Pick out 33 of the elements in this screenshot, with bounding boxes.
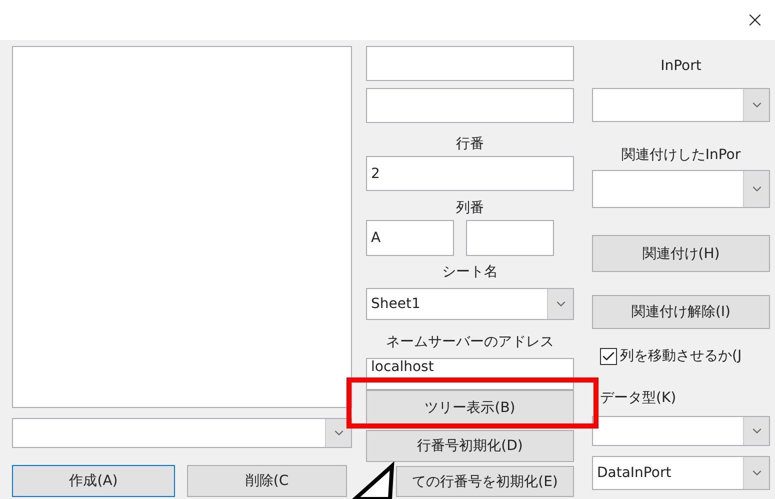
field-label: データ型(K)	[599, 389, 676, 408]
field-value: localhost	[371, 359, 434, 375]
combo-box[interactable]: Sheet1	[366, 288, 574, 320]
text-field[interactable]	[466, 220, 554, 256]
field-label: 関連付けしたInPor	[621, 146, 741, 165]
field-label: InPort	[660, 57, 702, 76]
combo-value: Sheet1	[371, 296, 420, 312]
combo-box[interactable]	[12, 418, 352, 448]
checkbox-label: 列を移動させるか(J	[620, 347, 742, 365]
action-button[interactable]: 行番号初期化(D)	[366, 430, 574, 462]
text-field[interactable]	[366, 88, 574, 123]
combo-box[interactable]	[592, 416, 770, 446]
text-field[interactable]	[366, 46, 574, 81]
field-value: 2	[371, 166, 380, 182]
text-field[interactable]: A	[366, 220, 454, 256]
action-button[interactable]: 作成(A)	[12, 465, 175, 497]
combo-box[interactable]	[592, 170, 770, 208]
combo-value: DataInPort	[597, 465, 672, 481]
action-button[interactable]: ての行番号を初期化(E)	[396, 466, 574, 497]
action-button[interactable]: 削除(C	[187, 465, 347, 497]
field-label: ネームサーバーのアドレス	[386, 333, 554, 352]
field-value: A	[371, 230, 381, 246]
action-button[interactable]: 関連付け(H)	[592, 235, 770, 272]
field-label: シート名	[442, 263, 498, 282]
combo-box[interactable]	[592, 88, 770, 122]
checkbox[interactable]	[600, 348, 617, 364]
action-button[interactable]: ツリー表示(B)	[366, 390, 574, 425]
field-label: 列番	[456, 199, 484, 218]
callout-arrow	[350, 461, 394, 499]
text-field[interactable]: 2	[366, 156, 574, 191]
combo-box[interactable]: DataInPort	[592, 456, 770, 490]
action-button[interactable]: 関連付け解除(I)	[592, 295, 770, 329]
field-label: 行番	[456, 135, 484, 154]
